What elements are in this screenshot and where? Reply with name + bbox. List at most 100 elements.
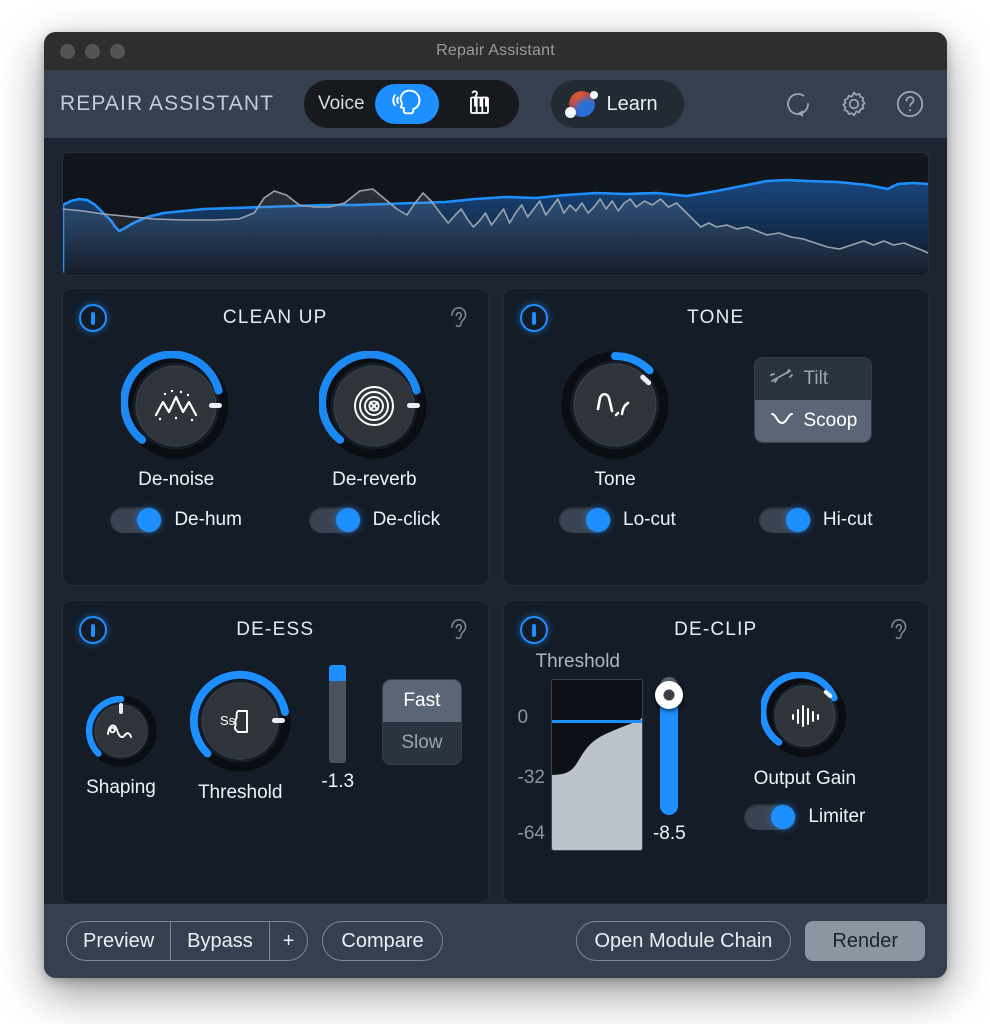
power-button-tone[interactable] — [519, 304, 548, 332]
threshold-histogram[interactable] — [550, 679, 643, 851]
footer-bar: Preview Bypass + Compare Open Module Cha… — [44, 904, 947, 978]
de-clip-threshold-slider[interactable]: -8.5 — [653, 651, 686, 851]
zoom-button[interactable] — [110, 43, 125, 59]
ear-icon[interactable] — [446, 303, 472, 333]
power-button-clean-up[interactable] — [79, 304, 107, 332]
de-ess-speed-choice[interactable]: Fast Slow — [382, 679, 462, 765]
toggle-hi-cut[interactable]: Hi-cut — [758, 507, 873, 533]
reset-icon[interactable] — [779, 85, 817, 123]
toggle-lo-cut[interactable]: Lo-cut — [559, 507, 676, 533]
meter-value: -1.3 — [321, 771, 355, 792]
source-toggle[interactable]: Voice — [304, 80, 519, 128]
tilt-icon — [769, 367, 795, 391]
spectrum-display[interactable] — [62, 152, 929, 276]
ear-icon[interactable] — [886, 615, 912, 645]
threshold-axis: 0 -32 -64 — [518, 679, 545, 845]
de-ess-speed-slow[interactable]: Slow — [383, 722, 460, 764]
header-bar: REPAIR ASSISTANT Voice Learn — [44, 70, 947, 138]
knob-label: De-reverb — [332, 469, 417, 490]
open-module-chain-button[interactable]: Open Module Chain — [575, 921, 792, 961]
knob-dial[interactable] — [319, 351, 429, 461]
knob-dial[interactable] — [559, 349, 671, 461]
toggle-label: Hi-cut — [822, 509, 873, 530]
knob-output-gain[interactable]: Output Gain — [754, 672, 856, 790]
minimize-button[interactable] — [85, 43, 100, 59]
toggle-de-hum[interactable]: De-hum — [110, 507, 242, 533]
module-header-de-ess: DE-ESS — [77, 613, 474, 647]
de-clip-threshold: Threshold 0 -32 -64 — [518, 651, 643, 851]
module-title: DE-CLIP — [674, 619, 758, 640]
knob-de-reverb[interactable]: De-reverb — [319, 351, 429, 491]
module-header-de-clip: DE-CLIP — [518, 613, 915, 647]
help-icon[interactable] — [891, 85, 929, 123]
window-title: Repair Assistant — [436, 42, 555, 59]
knob-dial[interactable] — [121, 351, 231, 461]
scoop-icon — [769, 409, 795, 433]
knob-de-noise[interactable]: De-noise — [121, 351, 231, 491]
learn-button-label: Learn — [606, 92, 658, 115]
knob-dial[interactable]: Ss — [187, 668, 293, 774]
knob-label: Tone — [594, 469, 636, 490]
module-de-ess: DE-ESS Shaping Ss Threshold -1.3 Fast Sl… — [62, 600, 489, 904]
tone-mode-scoop-label: Scoop — [803, 410, 858, 431]
knob-dial[interactable] — [760, 672, 849, 760]
source-option-music[interactable] — [447, 84, 511, 124]
knob-threshold-de-ess[interactable]: Ss Threshold — [187, 668, 293, 804]
plugin-body: CLEAN UP De-noise De-reverb De-hum De-cl… — [44, 138, 947, 904]
plugin-window: Repair Assistant REPAIR ASSISTANT Voice — [44, 32, 947, 978]
compare-button[interactable]: Compare — [322, 921, 443, 961]
module-tone: TONE Tone Tilt Scoop Lo-cut Hi-cut — [502, 288, 929, 586]
meter-bar — [329, 665, 347, 763]
toggle-limiter[interactable]: Limiter — [744, 804, 865, 830]
ear-icon[interactable] — [446, 615, 472, 645]
knob-label: Shaping — [86, 777, 156, 798]
knob-tone[interactable]: Tone — [559, 349, 671, 491]
power-button-de-clip[interactable] — [519, 616, 548, 644]
knob-dial[interactable] — [83, 693, 159, 769]
header-icon-group — [779, 85, 929, 123]
title-bar: Repair Assistant — [44, 32, 947, 70]
speaking-head-icon — [390, 87, 424, 122]
toggle-switch[interactable] — [744, 804, 797, 830]
toggle-switch[interactable] — [308, 507, 361, 533]
tone-mode-tilt[interactable]: Tilt — [755, 358, 871, 400]
toggle-switch[interactable] — [559, 507, 612, 533]
toggle-label: De-hum — [174, 509, 242, 530]
bypass-button[interactable]: Bypass — [170, 922, 269, 960]
knob-shaping[interactable]: Shaping — [83, 693, 159, 799]
axis-tick-0: 0 — [517, 707, 529, 728]
close-button[interactable] — [60, 43, 75, 59]
toggle-switch[interactable] — [110, 507, 163, 533]
gear-icon[interactable] — [835, 85, 873, 123]
add-button[interactable]: + — [268, 922, 308, 960]
slider-handle[interactable] — [655, 681, 684, 709]
knob-label: Threshold — [197, 782, 283, 803]
module-title: TONE — [687, 307, 745, 328]
module-de-clip: DE-CLIP Threshold 0 -32 -64 -8.5 Output … — [502, 600, 929, 904]
preview-button[interactable]: Preview — [67, 922, 170, 960]
slider-track[interactable] — [655, 677, 684, 815]
source-option-voice[interactable] — [374, 84, 439, 124]
knob-label: De-noise — [138, 469, 215, 490]
tone-mode-choice[interactable]: Tilt Scoop — [754, 357, 873, 443]
learn-button[interactable]: Learn — [550, 80, 684, 128]
preview-bypass-group[interactable]: Preview Bypass + — [66, 921, 309, 961]
knob-label: Output Gain — [753, 768, 857, 789]
toggle-label: Lo-cut — [623, 509, 676, 530]
window-controls[interactable] — [44, 43, 125, 59]
render-button[interactable]: Render — [805, 921, 925, 961]
toggle-de-click[interactable]: De-click — [308, 507, 441, 533]
de-ess-speed-fast[interactable]: Fast — [383, 680, 461, 722]
de-ess-meter[interactable]: -1.3 — [321, 665, 354, 793]
toggle-label: Limiter — [808, 806, 866, 827]
power-button-de-ess[interactable] — [79, 616, 107, 644]
toggle-label: De-click — [372, 509, 441, 530]
module-header-clean-up: CLEAN UP — [77, 301, 474, 335]
toggle-switch[interactable] — [758, 507, 811, 533]
desktop-background: Repair Assistant REPAIR ASSISTANT Voice — [0, 0, 990, 1024]
threshold-value: -8.5 — [652, 823, 686, 844]
tone-mode-scoop[interactable]: Scoop — [755, 400, 872, 442]
axis-tick-1: -32 — [517, 767, 545, 788]
axis-tick-2: -64 — [517, 823, 545, 844]
brand-title: REPAIR ASSISTANT — [60, 92, 275, 115]
